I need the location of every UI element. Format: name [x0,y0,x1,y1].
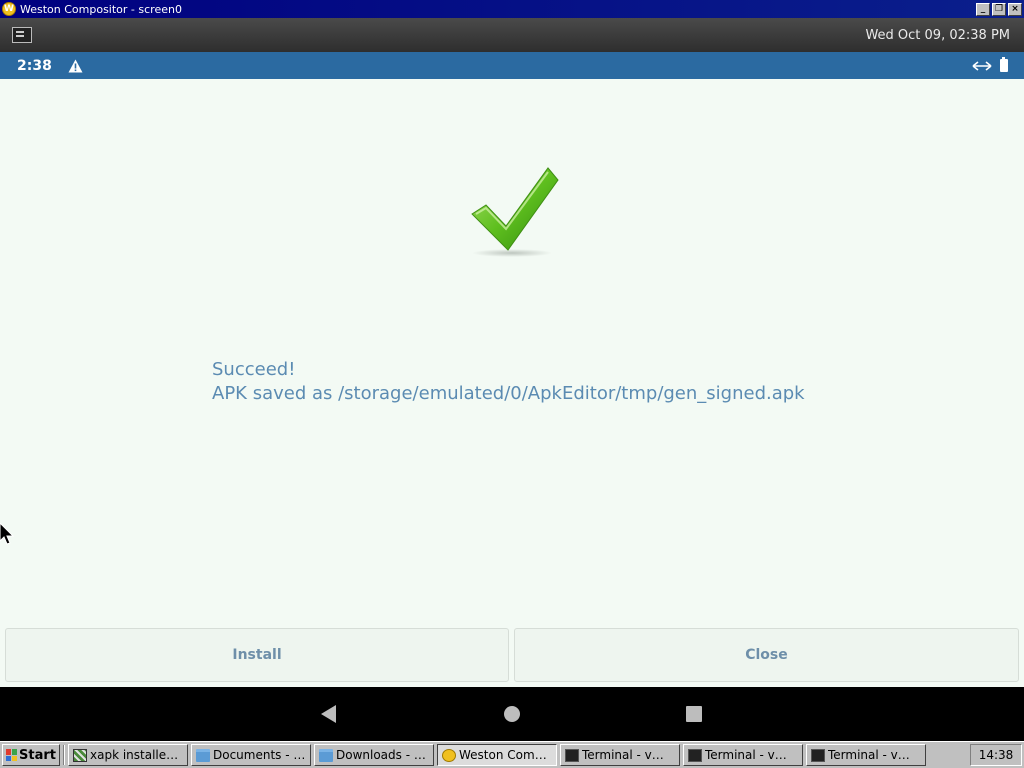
recents-icon[interactable] [686,706,702,722]
window-titlebar[interactable]: W Weston Compositor - screen0 _ ❐ × [0,0,1024,18]
message-status: Succeed! [212,359,296,380]
weston-icon: W [2,2,16,16]
task-label: Terminal - vm7... [705,748,798,762]
result-message: Succeed! APK saved as /storage/emulated/… [212,358,852,406]
close-button[interactable]: Close [514,628,1019,682]
system-tray-clock[interactable]: 14:38 [970,744,1022,766]
taskbar: Start xapk installer - ... Documents - T… [0,741,1024,768]
task-item-xapk-installer[interactable]: xapk installer - ... [68,744,188,766]
task-label: Terminal - vm7... [828,748,921,762]
task-item-terminal-2[interactable]: Terminal - vm7... [683,744,803,766]
taskbar-separator [63,745,65,765]
home-icon[interactable] [504,706,520,722]
battery-icon [1000,57,1008,72]
data-sync-icon [972,60,992,71]
start-label: Start [19,747,56,763]
mouse-cursor-icon [0,523,14,545]
terminal-icon [565,748,579,762]
status-time: 2:38 [17,57,52,74]
android-navbar [0,687,1024,741]
task-item-terminal-3[interactable]: Terminal - vm7... [806,744,926,766]
task-label: Terminal - vm7... [582,748,675,762]
restore-button[interactable]: ❐ [992,2,1006,16]
checkmark-icon [471,167,559,257]
xapk-icon [73,748,87,762]
weston-icon [442,748,456,762]
warning-icon [68,59,83,72]
terminal-icon [688,748,702,762]
task-label: Documents - T... [213,748,306,762]
task-item-terminal-1[interactable]: Terminal - vm7... [560,744,680,766]
message-path: APK saved as /storage/emulated/0/ApkEdit… [212,383,805,404]
weston-panel: Wed Oct 09, 02:38 PM [0,18,1024,52]
terminal-icon [811,748,825,762]
start-logo-icon [6,749,18,761]
taskbar-clock: 14:38 [978,748,1014,762]
folder-icon [196,748,210,762]
task-label: xapk installer - ... [90,748,183,762]
window-controls: _ ❐ × [976,2,1022,16]
task-item-weston[interactable]: Weston Compo... [437,744,557,766]
folder-icon [319,748,333,762]
task-label: Weston Compo... [459,748,552,762]
close-button[interactable]: × [1008,2,1022,16]
panel-clock: Wed Oct 09, 02:38 PM [865,27,1010,43]
android-status-bar: 2:38 [0,52,1024,79]
app-content: Succeed! APK saved as /storage/emulated/… [0,79,1024,687]
minimize-button[interactable]: _ [976,2,990,16]
task-item-documents[interactable]: Documents - T... [191,744,311,766]
window-title: Weston Compositor - screen0 [20,2,182,16]
terminal-icon[interactable] [12,27,32,43]
start-button[interactable]: Start [2,744,60,766]
task-item-downloads[interactable]: Downloads - T... [314,744,434,766]
back-icon[interactable] [321,705,336,723]
task-label: Downloads - T... [336,748,429,762]
install-button[interactable]: Install [5,628,509,682]
